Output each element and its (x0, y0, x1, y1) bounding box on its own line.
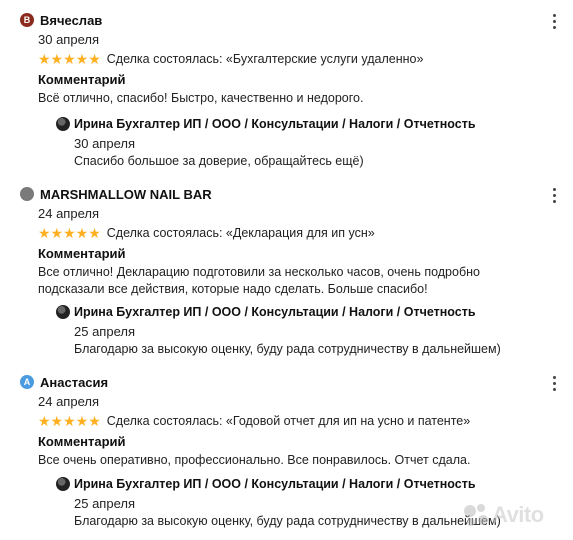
reply-text: Благодарю за высокую оценку, буду рада с… (74, 342, 501, 356)
rating-row: ★★★★★ Сделка состоялась: «Бухгалтерские … (38, 50, 423, 68)
review-author-name[interactable]: MARSHMALLOW NAIL BAR (40, 187, 212, 202)
reply-author-name[interactable]: Ирина Бухгалтер ИП / ООО / Консультации … (74, 305, 476, 319)
comment-text: Все очень оперативно, профессионально. В… (38, 453, 471, 467)
review-author-name[interactable]: Вячеслав (40, 13, 102, 28)
deal-status: Сделка состоялась: «Годовой отчет для ип… (106, 414, 471, 428)
reply-date: 25 апреля (74, 496, 135, 511)
review-author-row[interactable]: В Вячеслав (20, 10, 102, 30)
avatar[interactable]: А (20, 375, 34, 389)
deal-status: Сделка состоялась: «Декларация для ип ус… (106, 226, 375, 240)
comment-text: Все отлично! Декларацию подготовили за н… (38, 265, 480, 296)
rating-stars-icon: ★★★★★ (38, 224, 101, 241)
seller-reply: Ирина Бухгалтер ИП / ООО / Консультации … (56, 302, 526, 356)
reply-text: Благодарю за высокую оценку, буду рада с… (74, 514, 501, 528)
avatar[interactable] (56, 477, 70, 491)
deal-status: Сделка состоялась: «Бухгалтерские услуги… (106, 52, 424, 66)
reply-author-row[interactable]: Ирина Бухгалтер ИП / ООО / Консультации … (56, 302, 526, 322)
seller-reply: Ирина Бухгалтер ИП / ООО / Консультации … (56, 474, 526, 528)
comment-heading: Комментарий (38, 434, 126, 449)
reply-author-row[interactable]: Ирина Бухгалтер ИП / ООО / Консультации … (56, 474, 526, 494)
rating-row: ★★★★★ Сделка состоялась: «Годовой отчет … (38, 412, 470, 430)
review-date: 24 апреля (38, 206, 99, 221)
avatar[interactable] (20, 187, 34, 201)
avatar[interactable] (56, 117, 70, 131)
rating-stars-icon: ★★★★★ (38, 412, 101, 429)
seller-reply: Ирина Бухгалтер ИП / ООО / Консультации … (56, 114, 526, 168)
more-options-icon[interactable] (549, 12, 559, 30)
review-author-name[interactable]: Анастасия (40, 375, 108, 390)
review-author-row[interactable]: А Анастасия (20, 372, 108, 392)
more-options-icon[interactable] (549, 374, 559, 392)
reply-author-name[interactable]: Ирина Бухгалтер ИП / ООО / Консультации … (74, 117, 476, 131)
avatar[interactable]: В (20, 13, 34, 27)
comment-heading: Комментарий (38, 246, 126, 261)
rating-row: ★★★★★ Сделка состоялась: «Декларация для… (38, 224, 375, 242)
rating-stars-icon: ★★★★★ (38, 50, 101, 67)
review-date: 24 апреля (38, 394, 99, 409)
review-date: 30 апреля (38, 32, 99, 47)
more-options-icon[interactable] (549, 186, 559, 204)
reply-date: 30 апреля (74, 136, 135, 151)
comment-heading: Комментарий (38, 72, 126, 87)
reply-author-row[interactable]: Ирина Бухгалтер ИП / ООО / Консультации … (56, 114, 526, 134)
reply-date: 25 апреля (74, 324, 135, 339)
reply-text: Спасибо большое за доверие, обращайтесь … (74, 154, 364, 168)
review-author-row[interactable]: MARSHMALLOW NAIL BAR (20, 184, 212, 204)
comment-text: Всё отлично, спасибо! Быстро, качественн… (38, 91, 364, 105)
reply-author-name[interactable]: Ирина Бухгалтер ИП / ООО / Консультации … (74, 477, 476, 491)
avatar[interactable] (56, 305, 70, 319)
